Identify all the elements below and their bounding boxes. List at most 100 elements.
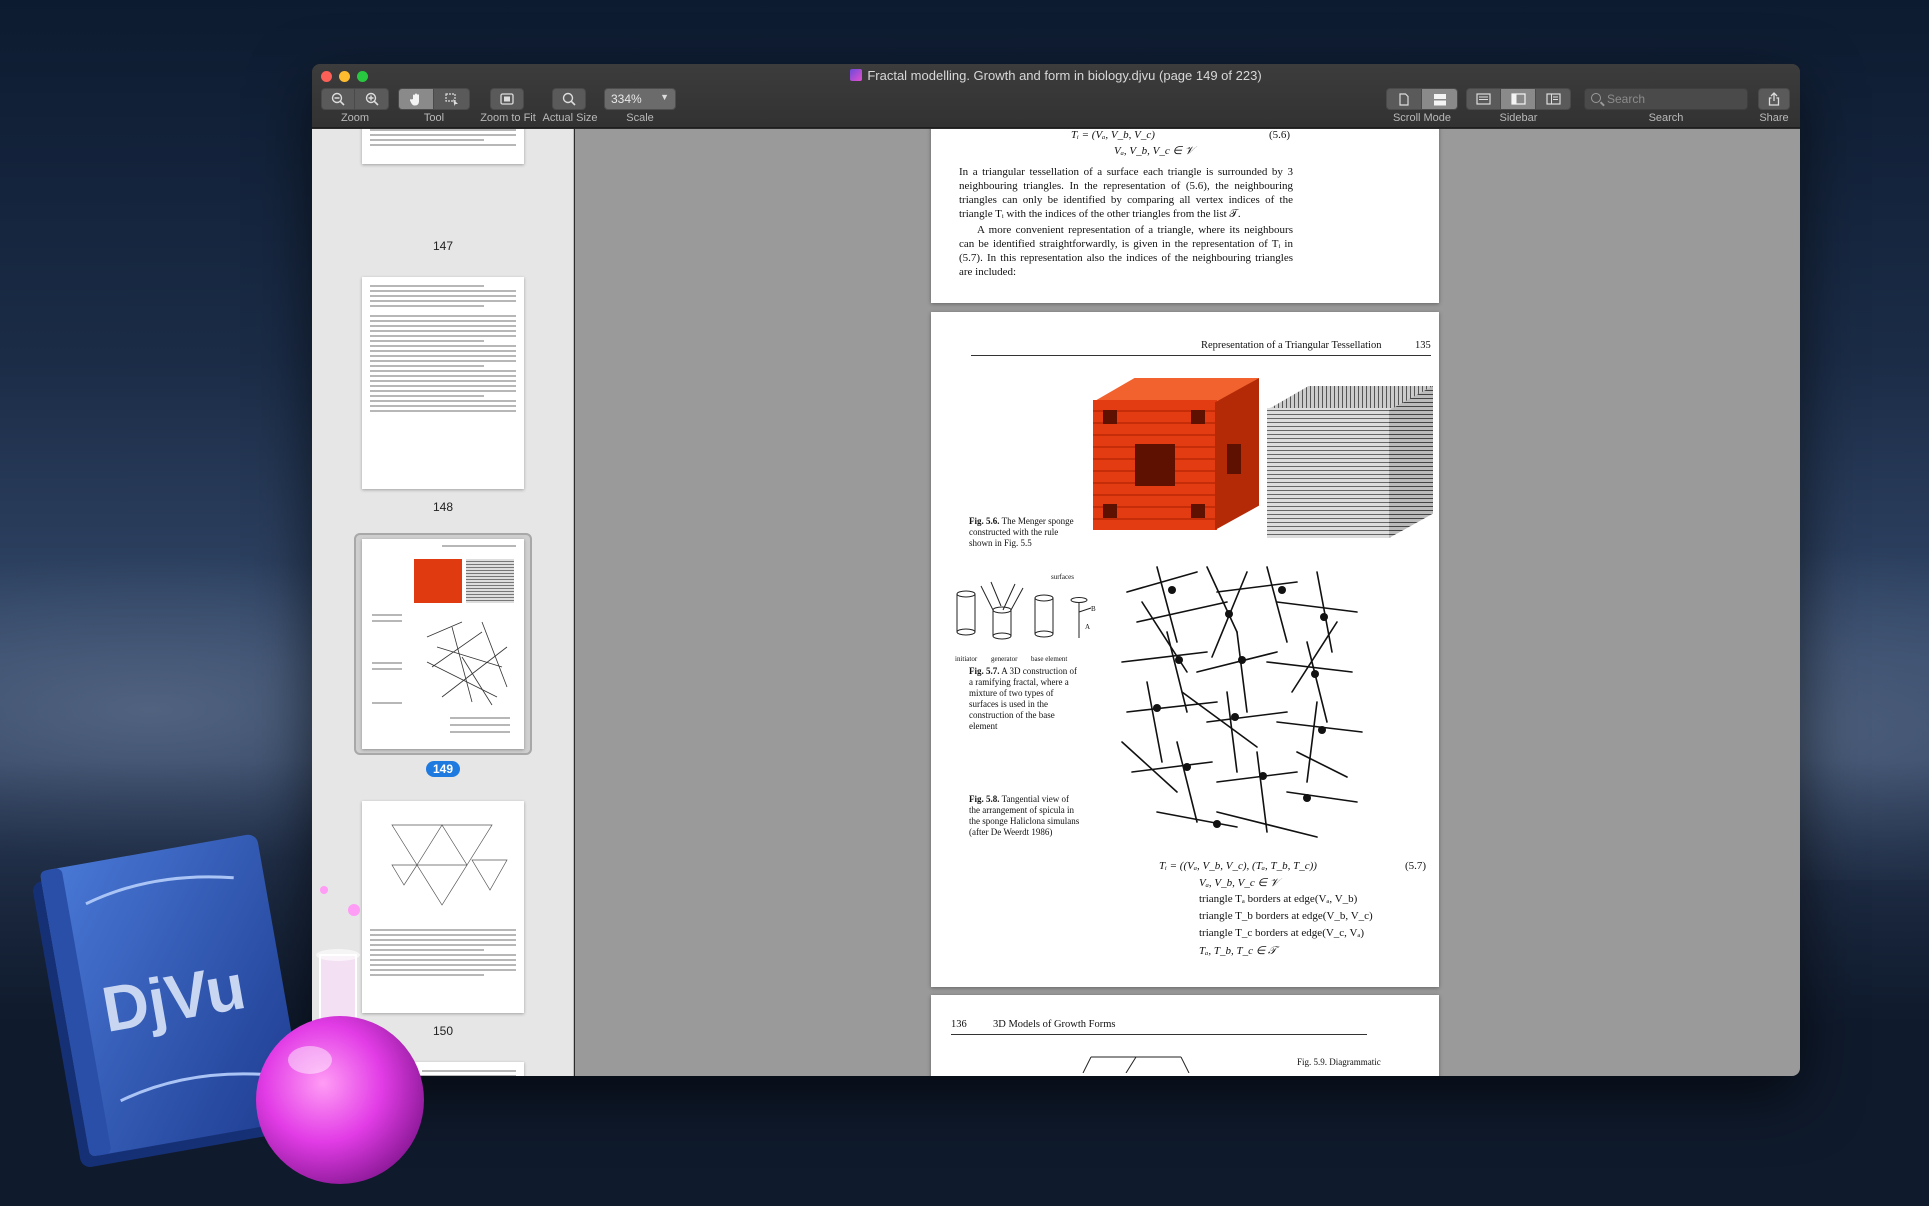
- scale-label: Scale: [626, 112, 654, 124]
- outline-sidebar-icon: [1545, 93, 1561, 105]
- thumbnail-page-149[interactable]: [362, 539, 524, 749]
- hand-icon: [410, 93, 419, 105]
- share-button[interactable]: [1758, 88, 1790, 110]
- zoom-in-icon: [365, 92, 379, 106]
- zoom-label: Zoom: [340, 112, 370, 124]
- single-page-button[interactable]: [1386, 88, 1422, 110]
- page-148: Tᵢ = (Vₐ, V_b, V_c) (5.6) Vₐ, V_b, V_c ∈…: [931, 129, 1439, 303]
- sidebar-hidden-button[interactable]: [1466, 88, 1501, 110]
- actual-size-button[interactable]: [552, 88, 586, 110]
- app-window: Fractal modelling. Growth and form in bi…: [312, 64, 1800, 1076]
- thumbnail-sidebar-icon: [1510, 93, 1526, 105]
- fig-5-8-label: Fig. 5.8.: [969, 794, 1000, 804]
- selected-page-badge: 149: [425, 761, 461, 777]
- equation-5-7-line4: triangle T_b borders at edge(V_b, V_c): [1199, 910, 1373, 922]
- fig-5-7-label-initiator: initiator: [955, 655, 978, 663]
- equation-5-7-line2: Vₐ, V_b, V_c ∈ 𝒱: [1199, 877, 1280, 889]
- thumbnail-page-148[interactable]: [362, 277, 524, 489]
- share-icon: [1768, 92, 1780, 106]
- fig-5-7-construction: [956, 581, 1092, 640]
- menger-sponge-red: [1093, 378, 1259, 533]
- fig-5-7-caption: Fig. 5.7. A 3D construction of a ramifyi…: [969, 666, 1081, 732]
- fig-5-7-label-b: B: [1091, 605, 1096, 613]
- fig-5-7-label-generator: generator: [991, 655, 1018, 663]
- window-title: Fractal modelling. Growth and form in bi…: [312, 68, 1800, 83]
- fig-5-7-label-surfaces: surfaces: [1051, 573, 1074, 581]
- page-150-number: 136: [951, 1019, 967, 1030]
- continuous-scroll-button[interactable]: [1422, 88, 1458, 110]
- fig-5-6-caption: Fig. 5.6. The Menger sponge constructed …: [969, 516, 1081, 549]
- page-150-running-head: 3D Models of Growth Forms: [993, 1019, 1116, 1030]
- share-control: [1758, 88, 1790, 110]
- equation-5-6-line2: Vₐ, V_b, V_c ∈ 𝒱: [1114, 145, 1195, 157]
- hand-tool-button[interactable]: [398, 88, 434, 110]
- thumbnail-label-147: 147: [432, 239, 454, 253]
- paragraph-1: In a triangular tessellation of a surfac…: [959, 166, 1293, 220]
- continuous-pages-icon: [1433, 93, 1446, 105]
- chevron-down-icon: ▼: [660, 92, 669, 102]
- djvu-app-icon: DjVu: [33, 834, 424, 1184]
- sidebar-label: Sidebar: [1499, 112, 1538, 124]
- zoom-control: [321, 88, 389, 110]
- page-number: 135: [1415, 340, 1431, 351]
- thumbnails-sidebar-button[interactable]: [1501, 88, 1536, 110]
- zoom-out-icon: [331, 92, 345, 106]
- fig-5-7-label-base-element: base element: [1031, 655, 1068, 663]
- search-icon: [1591, 93, 1601, 103]
- scroll-mode-control: [1386, 88, 1458, 110]
- document-icon: [850, 69, 863, 81]
- search-input[interactable]: Search: [1584, 88, 1748, 110]
- fig-5-9-caption: Fig. 5.9. Diagrammatic: [1297, 1057, 1381, 1067]
- search-label: Search: [1648, 112, 1684, 124]
- thumbnail-label-148: 148: [432, 500, 454, 514]
- select-tool-button[interactable]: [434, 88, 470, 110]
- fig-5-7-label: Fig. 5.7.: [969, 666, 1000, 676]
- fig-5-7-label-a: A: [1085, 623, 1091, 631]
- zoom-out-button[interactable]: [321, 88, 355, 110]
- share-label: Share: [1759, 112, 1789, 124]
- equation-5-7-line3: triangle Tₐ borders at edge(Vₐ, V_b): [1199, 893, 1358, 905]
- scroll-mode-label: Scroll Mode: [1392, 112, 1452, 124]
- scale-value: 334%: [611, 92, 642, 106]
- thumbnail-red-cube: [414, 559, 462, 603]
- fig-5-8-caption: Fig. 5.8. Tangential view of the arrange…: [969, 794, 1081, 838]
- no-sidebar-icon: [1476, 93, 1491, 105]
- page-150: 136 3D Models of Growth Forms Fig. 5.9. …: [931, 995, 1439, 1076]
- paragraph-2: A more convenient representation of a tr…: [959, 224, 1293, 278]
- equation-5-7-number: (5.7): [1405, 860, 1427, 872]
- thumbnail-grey-cube: [466, 559, 514, 603]
- fig-5-6-label: Fig. 5.6.: [969, 516, 1000, 526]
- equation-5-7-line1: Tᵢ = ((Vₐ, V_b, V_c), (Tₐ, T_b, T_c)): [1159, 860, 1317, 872]
- equation-5-6-number: (5.6): [1269, 129, 1291, 141]
- single-page-icon: [1399, 92, 1409, 106]
- tool-label: Tool: [423, 112, 445, 124]
- equation-5-7-line6: Tₐ, T_b, T_c ∈ 𝒯: [1199, 945, 1277, 957]
- zoom-to-fit-button[interactable]: [490, 88, 524, 110]
- zoom-to-fit-control: [490, 88, 524, 110]
- header-rule: [971, 355, 1431, 356]
- search-placeholder: Search: [1607, 92, 1646, 106]
- scale-select[interactable]: 334% ▼: [604, 88, 676, 110]
- magnifier-icon: [562, 92, 576, 106]
- zoom-in-button[interactable]: [355, 88, 389, 110]
- tool-control: [398, 88, 470, 110]
- thumbnail-page-147[interactable]: [362, 129, 524, 164]
- window-title-text: Fractal modelling. Growth and form in bi…: [867, 68, 1262, 83]
- thumbnail-spicula-figure: [426, 621, 508, 706]
- running-head: Representation of a Triangular Tessellat…: [1201, 340, 1382, 351]
- thumbnail-label-149-selected: 149: [312, 761, 573, 777]
- text-select-icon: [444, 92, 458, 106]
- actual-size-control: [552, 88, 586, 110]
- page-150-header-rule: [951, 1034, 1367, 1035]
- fig-5-8-spicula-network: [1121, 566, 1363, 838]
- equation-5-6-line1: Tᵢ = (Vₐ, V_b, V_c): [1071, 129, 1155, 141]
- toolbar: Fractal modelling. Growth and form in bi…: [312, 64, 1800, 128]
- actual-size-label: Actual Size: [542, 112, 598, 124]
- toc-sidebar-button[interactable]: [1536, 88, 1571, 110]
- fig-5-9-diagram: [1082, 1056, 1190, 1073]
- zoom-to-fit-icon: [500, 93, 514, 105]
- zoom-to-fit-label: Zoom to Fit: [480, 112, 536, 124]
- page-149: Representation of a Triangular Tessellat…: [931, 312, 1439, 987]
- document-view[interactable]: Tᵢ = (Vₐ, V_b, V_c) (5.6) Vₐ, V_b, V_c ∈…: [575, 129, 1800, 1076]
- menger-sponge-grey: [1267, 386, 1433, 541]
